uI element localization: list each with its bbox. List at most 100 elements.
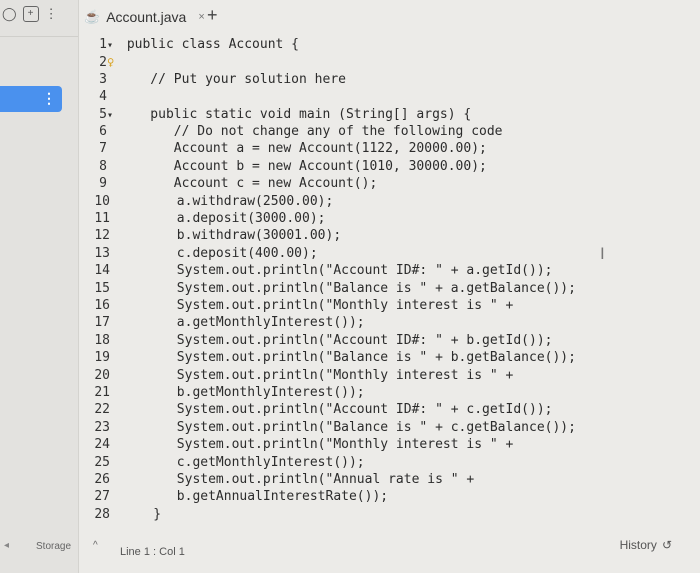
add-file-icon[interactable]: +	[22, 6, 39, 22]
code-line[interactable]: 13 c.deposit(400.00);	[80, 245, 318, 263]
code-line[interactable]: 10 a.withdraw(2500.00);	[80, 193, 333, 211]
more-icon[interactable]: ⋮	[45, 6, 58, 22]
code-line[interactable]: 15 System.out.println("Balance is " + a.…	[80, 280, 576, 298]
code-line[interactable]: 8 Account b = new Account(1010, 30000.00…	[80, 158, 487, 176]
line-number: 9	[99, 176, 107, 192]
code-line[interactable]: 20 System.out.println("Monthly interest …	[80, 367, 513, 385]
line-number: 28	[94, 506, 110, 522]
code-line[interactable]: 11 a.deposit(3000.00);	[80, 210, 326, 228]
fold-arrow-icon[interactable]: ▾	[107, 37, 119, 55]
code-line[interactable]: 17 a.getMonthlyInterest());	[80, 314, 365, 332]
cursor-position: Line 1 : Col 1	[120, 546, 185, 558]
more-icon[interactable]: ⋮	[42, 90, 56, 106]
line-number: 5	[99, 106, 107, 122]
code-text: c.deposit(400.00);	[122, 245, 318, 261]
code-text: System.out.println("Annual rate is " +	[122, 472, 475, 487]
code-text: b.withdraw(30001.00);	[122, 228, 342, 244]
tab-account-java[interactable]: ☕ Account.java ×	[84, 6, 205, 28]
line-number: 13	[94, 245, 110, 261]
line-number: 26	[94, 472, 110, 487]
code-text: System.out.println("Monthly interest is …	[122, 367, 514, 383]
line-number: 17	[94, 315, 110, 331]
code-text: System.out.println("Account ID#: " + b.g…	[122, 332, 553, 348]
line-number: 21	[94, 385, 110, 400]
line-number: 25	[94, 454, 110, 470]
code-text: // Do not change any of the following co…	[119, 124, 503, 139]
code-line[interactable]: 9 Account c = new Account();	[80, 175, 377, 193]
selected-file-item[interactable]: ⋮	[0, 86, 62, 112]
fold-arrow-icon[interactable]: ▾	[107, 107, 119, 125]
java-file-icon: ☕	[84, 9, 101, 24]
code-line[interactable]: 28 }	[80, 506, 161, 524]
code-line[interactable]: 7 Account a = new Account(1122, 20000.00…	[80, 140, 487, 158]
code-text: System.out.println("Balance is " + a.get…	[122, 280, 576, 296]
code-line[interactable]: 21 b.getMonthlyInterest());	[80, 384, 365, 402]
code-line[interactable]: 24 System.out.println("Monthly interest …	[80, 436, 513, 454]
line-number: 19	[94, 350, 110, 366]
code-text: }	[122, 506, 162, 522]
code-line[interactable]: 23 System.out.println("Balance is " + c.…	[80, 419, 576, 437]
line-number: 24	[94, 437, 110, 453]
code-text: Account c = new Account();	[119, 176, 378, 192]
history-icon: ↺	[661, 538, 672, 552]
history-label: History	[619, 538, 657, 552]
line-number: 2	[99, 55, 107, 71]
dot-icon: ◯	[2, 6, 17, 21]
code-text: // Put your solution here	[119, 71, 346, 87]
line-number: 27	[94, 489, 110, 505]
line-number: 3	[99, 71, 107, 87]
line-number: 12	[94, 228, 110, 244]
code-line[interactable]: 19 System.out.println("Balance is " + b.…	[80, 349, 576, 367]
code-text: a.deposit(3000.00);	[122, 211, 326, 226]
lightbulb-icon: ♀	[107, 55, 115, 70]
line-number: 20	[94, 367, 110, 383]
tab-label: Account.java	[106, 9, 187, 25]
code-line[interactable]: 4	[80, 88, 127, 106]
code-line[interactable]: 26 System.out.println("Annual rate is " …	[80, 471, 474, 489]
code-text: Account b = new Account(1010, 30000.00);	[119, 158, 487, 174]
close-icon[interactable]: ×	[198, 11, 204, 23]
code-text: a.getMonthlyInterest());	[122, 315, 365, 331]
line-number: 8	[99, 158, 107, 174]
code-line[interactable]: 3 // Put your solution here	[80, 71, 346, 89]
code-line[interactable]: 27 b.getAnnualInterestRate());	[80, 488, 388, 506]
history-button[interactable]: History ↺	[620, 538, 672, 552]
line-number: 1	[99, 37, 107, 52]
code-text: public class Account {	[119, 37, 300, 52]
code-text: b.getMonthlyInterest());	[122, 385, 365, 400]
line-number: 14	[94, 263, 110, 279]
code-text: public static void main (String[] args) …	[119, 106, 472, 122]
line-number: 18	[94, 332, 110, 348]
line-number: 10	[94, 193, 110, 209]
line-number: 11	[94, 211, 110, 226]
code-line[interactable]: 6 // Do not change any of the following …	[80, 123, 503, 141]
line-number: 22	[94, 402, 110, 418]
code-line[interactable]: 1▾ public class Account {	[80, 36, 299, 54]
add-tab-button[interactable]: +	[207, 5, 218, 26]
line-number: 6	[99, 124, 107, 139]
storage-label[interactable]: Storage	[36, 541, 71, 552]
code-line[interactable]: 14 System.out.println("Account ID#: " + …	[80, 262, 552, 280]
code-line[interactable]: 25 c.getMonthlyInterest());	[80, 454, 365, 472]
collapse-icon[interactable]: ◂	[4, 540, 9, 551]
code-text: System.out.println("Balance is " + b.get…	[122, 350, 576, 366]
code-line[interactable]: 22 System.out.println("Account ID#: " + …	[80, 401, 552, 419]
status-bar: Line 1 : Col 1 History ↺	[80, 538, 700, 573]
code-line[interactable]: 18 System.out.println("Account ID#: " + …	[80, 332, 552, 350]
code-text: System.out.println("Monthly interest is …	[122, 437, 514, 453]
code-line[interactable]: 2♀	[80, 53, 127, 71]
code-editor[interactable]: 1▾ public class Account {2♀ 3 // Put you…	[80, 30, 700, 538]
code-text: Account a = new Account(1122, 20000.00);	[119, 141, 487, 157]
line-number: 15	[94, 280, 110, 296]
code-text: System.out.println("Monthly interest is …	[122, 298, 514, 313]
line-number: 16	[94, 298, 110, 313]
code-line[interactable]: 16 System.out.println("Monthly interest …	[80, 297, 513, 315]
code-text: c.getMonthlyInterest());	[122, 454, 365, 470]
text-cursor-icon: I	[600, 244, 605, 263]
code-line[interactable]: 5▾ public static void main (String[] arg…	[80, 106, 471, 124]
line-number: 7	[99, 141, 107, 157]
code-line[interactable]: 12 b.withdraw(30001.00);	[80, 227, 341, 245]
sidebar: ◯ + ⋮ ⋮ ◂ Storage ^	[0, 0, 98, 573]
